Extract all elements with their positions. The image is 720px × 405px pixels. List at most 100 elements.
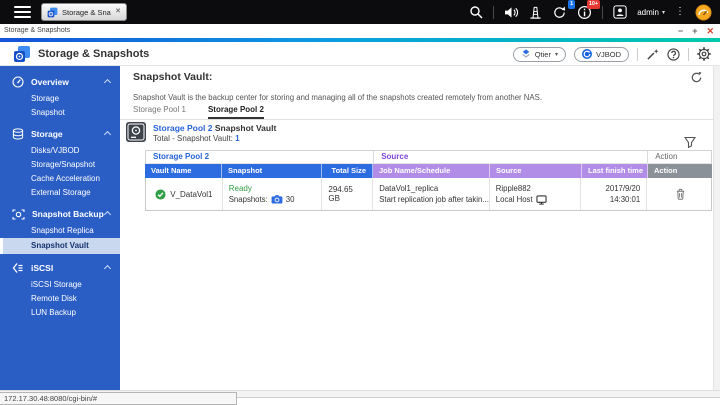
sidebar-item-lun-backup[interactable]: LUN Backup (0, 306, 120, 320)
chevron-up-icon[interactable] (103, 78, 112, 87)
col-action: Action (648, 164, 712, 178)
col-last-finish-time[interactable]: Last finish time (582, 164, 648, 178)
table-row[interactable]: V_DataVol1 Ready Snapshots: 30 294.65 GB… (145, 178, 712, 211)
sidebar-item-snapshot-replica[interactable]: Snapshot Replica (0, 224, 120, 238)
content-description: Snapshot Vault is the backup center for … (133, 93, 542, 102)
col-job-name-schedule[interactable]: Job Name/Schedule (373, 164, 490, 178)
search-icon[interactable] (469, 5, 483, 19)
col-vault-name[interactable]: Vault Name (145, 164, 222, 178)
cell-total-size: 294.65 GB (322, 178, 374, 210)
maximize-button[interactable]: + (692, 24, 697, 38)
sidebar-item-snapshot-vault[interactable]: Snapshot Vault (0, 238, 120, 254)
cell-last-finish-time: 2017/9/20 14:30:01 (581, 178, 648, 210)
pool-total-label: Total - Snapshot Vault: (153, 134, 233, 143)
wizard-wand-icon[interactable] (646, 48, 659, 61)
source-name-text: Ripple882 (495, 184, 531, 193)
user-menu-caret-icon: ▾ (661, 9, 665, 16)
chevron-up-icon[interactable] (103, 264, 112, 273)
user-menu[interactable]: admin ▾ (637, 8, 665, 17)
close-button[interactable]: ✕ (706, 24, 714, 38)
scrollbar-track[interactable] (713, 66, 720, 390)
col-source[interactable]: Source (490, 164, 582, 178)
browser-status-url: 172.17.30.48:8080/cgi-bin/# (0, 392, 237, 405)
qtier-button[interactable]: Qtier ▾ (512, 46, 566, 62)
main-content: Snapshot Vault: Snapshot Vault is the ba… (120, 66, 720, 390)
help-icon[interactable] (667, 47, 680, 61)
sidebar-item-remote-disk[interactable]: Remote Disk (0, 292, 120, 306)
qtier-icon (522, 49, 530, 58)
app-tab-close-icon[interactable]: ✕ (115, 8, 121, 16)
pool-heading: Storage Pool 2 Snapshot Vault (153, 123, 276, 133)
event-notifications-badge: 10+ (586, 0, 601, 9)
chevron-up-icon[interactable] (103, 130, 112, 139)
window-controls: − + ✕ (678, 24, 714, 38)
group-header-pool: Storage Pool 2 (153, 152, 210, 161)
breadcrumb-bar: Storage & Snapshots − + ✕ (0, 24, 720, 38)
chevron-up-icon[interactable] (103, 210, 112, 219)
user-avatar-icon[interactable] (613, 5, 627, 19)
sidebar-item-storage[interactable]: Storage (0, 92, 120, 106)
background-tasks-icon[interactable]: 1 (552, 0, 576, 20)
resource-monitor-icon[interactable] (695, 3, 712, 21)
sidebar-section-snapshot-backup[interactable]: Snapshot Backup (0, 204, 120, 224)
local-host-monitor-icon (536, 194, 547, 205)
qtier-caret-icon: ▾ (554, 51, 558, 58)
sidebar-section-iscsi[interactable]: iSCSI (0, 258, 120, 278)
sidebar-item-disks-vjbod[interactable]: Disks/VJBOD (0, 144, 120, 158)
minimize-button[interactable]: − (678, 24, 683, 38)
refresh-icon[interactable] (690, 71, 703, 89)
storage-snapshots-app-icon (13, 45, 31, 63)
snapshots-label: Snapshots: (228, 195, 268, 204)
vjbod-button[interactable]: VJBOD (573, 46, 629, 62)
main-menu-icon[interactable] (14, 6, 31, 18)
app-header: Storage & Snapshots Qtier ▾ VJBOD (0, 42, 720, 66)
snapshot-vault-table: Storage Pool 2 Source Action Vault Name … (145, 150, 712, 211)
qtier-label: Qtier (534, 49, 551, 59)
vjbod-icon (581, 49, 592, 59)
sidebar: Overview Storage Snapshot Storage Disks/… (0, 66, 120, 390)
cell-job-name-schedule: DataVol1_replica Start replication job a… (373, 178, 490, 210)
sidebar-section-overview[interactable]: Overview (0, 72, 120, 92)
sidebar-item-cache-acceleration[interactable]: Cache Acceleration (0, 172, 120, 186)
qts-taskbar: Storage & Sna... ✕ 1 10+ (0, 0, 720, 24)
job-schedule-text: Start replication job after takin... (379, 195, 489, 204)
taskbar-separator (493, 5, 495, 19)
more-options-icon[interactable]: ⋮ (675, 7, 685, 17)
sidebar-item-storage-snapshot[interactable]: Storage/Snapshot (0, 158, 120, 172)
page-title: Storage & Snapshots (38, 47, 150, 60)
notifications-sound-icon[interactable] (504, 6, 519, 19)
vjbod-label: VJBOD (595, 49, 621, 59)
delete-trash-icon[interactable] (675, 188, 686, 200)
pool-name-link[interactable]: Storage Pool 2 (153, 123, 213, 133)
event-notifications-icon[interactable]: 10+ (577, 0, 601, 20)
col-total-size[interactable]: Total Size (322, 164, 373, 178)
col-snapshot[interactable]: Snapshot (222, 164, 322, 178)
tab-storage-pool-2[interactable]: Storage Pool 2 (207, 105, 264, 119)
sidebar-section-storage[interactable]: Storage (0, 124, 120, 144)
sidebar-item-snapshot[interactable]: Snapshot (0, 106, 120, 120)
taskbar-separator (602, 5, 604, 19)
pool-heading-suffix: Snapshot Vault (214, 123, 277, 133)
settings-gear-icon[interactable] (697, 47, 711, 61)
source-host-text: Local Host (495, 195, 533, 204)
external-device-icon[interactable] (529, 6, 542, 19)
sidebar-section-label: Storage (31, 129, 63, 139)
sidebar-section-label: iSCSI (31, 263, 54, 273)
pool-total-value: 1 (235, 134, 240, 143)
tab-storage-pool-1[interactable]: Storage Pool 1 (133, 105, 186, 119)
cell-source: Ripple882 Local Host (490, 178, 582, 210)
sidebar-item-iscsi-storage[interactable]: iSCSI Storage (0, 278, 120, 292)
cell-snapshot: Ready Snapshots: 30 (223, 178, 323, 210)
app-tab-storage-snapshots[interactable]: Storage & Sna... ✕ (41, 3, 127, 21)
job-name-text: DataVol1_replica (379, 184, 439, 193)
finish-date-text: 2017/9/20 (605, 184, 641, 193)
ready-check-icon (155, 188, 166, 200)
background-tasks-badge: 1 (568, 0, 576, 9)
header-separator (688, 47, 689, 61)
table-group-header: Storage Pool 2 Source Action (145, 150, 712, 164)
camera-icon (271, 195, 283, 204)
qts-screen: Storage & Sna... ✕ 1 10+ (0, 0, 720, 405)
sidebar-item-external-storage[interactable]: External Storage (0, 186, 120, 200)
tabs-divider (120, 119, 713, 120)
snapshots-count: 30 (285, 195, 295, 204)
